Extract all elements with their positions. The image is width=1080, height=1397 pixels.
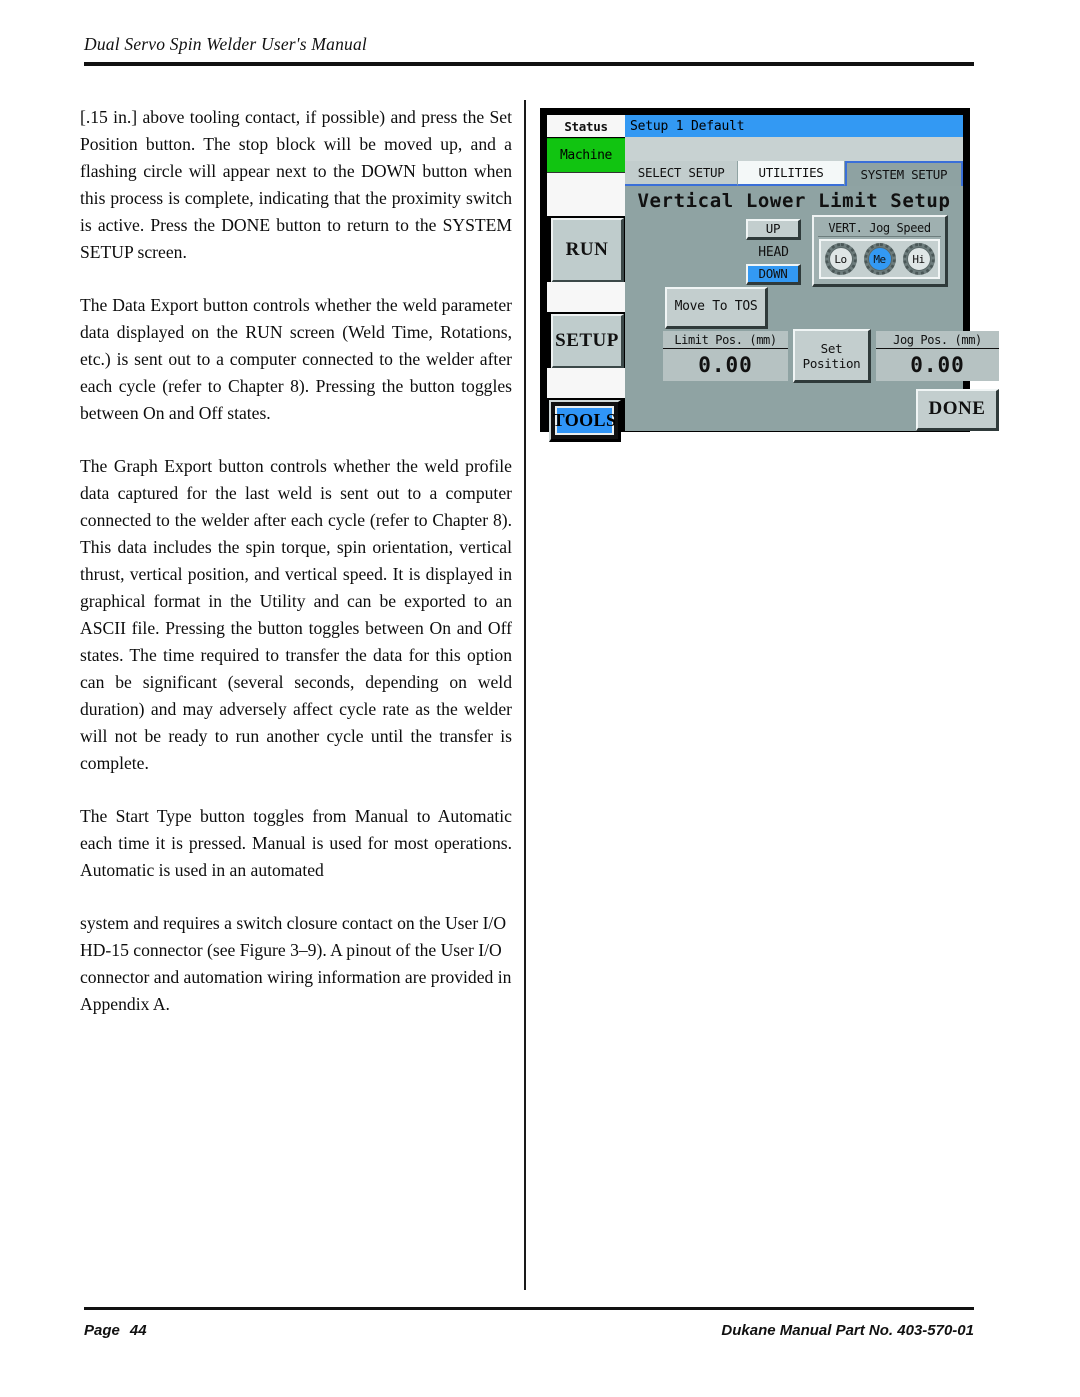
hmi-titlebar: Setup 1 Default <box>625 115 963 137</box>
hmi-screen-title: Vertical Lower Limit Setup <box>625 188 963 214</box>
paragraph-text: [.15 in.] above tooling contact, if poss… <box>80 107 512 262</box>
hmi-subbar <box>625 137 963 161</box>
hmi-main-panel: Setup 1 Default SELECT SETUP UTILITIES S… <box>625 115 999 431</box>
machine-label: Machine <box>560 148 612 163</box>
vert-jog-speed-options: Lo Me Hi <box>819 239 940 279</box>
paragraph-graph-export: The Graph Export button controls whether… <box>80 453 512 777</box>
hmi-bottom-bar <box>625 387 963 431</box>
done-button[interactable]: DONE <box>916 389 999 431</box>
tab-utilities[interactable]: UTILITIES <box>738 161 845 186</box>
jog-position-value: 0.00 <box>910 352 965 377</box>
limit-position-value: 0.00 <box>698 352 753 377</box>
hmi-left-rail: Status Machine RUN SETUP TOOLS <box>547 115 625 442</box>
vert-jog-speed-title: VERT. Jog Speed <box>818 220 941 237</box>
rail-button-run[interactable]: RUN <box>551 218 624 283</box>
paragraph-set-position: [.15 in.] above tooling contact, if poss… <box>80 104 512 266</box>
document-page: Dual Servo Spin Welder User's Manual [.1… <box>0 0 1080 1397</box>
status-label: Status <box>564 118 608 134</box>
paragraph-text: system and requires a switch closure con… <box>80 913 512 1014</box>
body-text-column: [.15 in.] above tooling contact, if poss… <box>80 104 512 1044</box>
column-divider <box>524 100 526 1290</box>
footer-page-label: Page <box>84 1322 120 1339</box>
paragraph-text: The Start Type button toggles from Manua… <box>80 806 512 880</box>
hmi-screenshot: Status Machine RUN SETUP TOOLS Setup 1 D… <box>540 108 999 442</box>
limit-position-label: Limit Pos. (mm) <box>663 331 788 349</box>
jog-speed-me-knob[interactable]: Me <box>863 243 896 275</box>
set-position-label-line2: Position <box>802 355 861 371</box>
footer-part-number: Dukane Manual Part No. 403-570-01 <box>721 1322 974 1339</box>
jog-position-label: Jog Pos. (mm) <box>876 331 999 349</box>
set-position-label-line1: Set <box>820 340 843 356</box>
rail-spacer-top <box>547 173 625 216</box>
move-to-tos-button[interactable]: Move To TOS <box>665 287 768 329</box>
paragraph-text: The Graph Export button controls whether… <box>80 456 512 773</box>
machine-status-badge: Machine <box>547 138 625 174</box>
tab-select-setup[interactable]: SELECT SETUP <box>625 161 739 186</box>
rail-button-tools[interactable]: TOOLS <box>553 406 616 435</box>
limit-position-field: Limit Pos. (mm) 0.00 <box>663 331 788 381</box>
figure-container: Status Machine RUN SETUP TOOLS Setup 1 D… <box>540 108 999 442</box>
paragraph-start-type: The Start Type button toggles from Manua… <box>80 803 512 884</box>
hmi-tab-bar: SELECT SETUP UTILITIES SYSTEM SETUP <box>625 161 963 186</box>
rail-spacer-bottom <box>547 368 625 398</box>
rail-spacer-mid <box>547 282 625 312</box>
footer-rule <box>84 1307 974 1310</box>
jog-position-field: Jog Pos. (mm) 0.00 <box>876 331 999 381</box>
footer-page: Page 44 <box>84 1322 147 1339</box>
paragraph-user-io: system and requires a switch closure con… <box>80 910 512 1018</box>
set-position-button[interactable]: Set Position <box>793 329 871 383</box>
rail-button-tools-frame[interactable]: TOOLS <box>549 400 621 442</box>
jog-speed-hi-label: Hi <box>906 247 931 271</box>
head-label: HEAD <box>758 244 789 260</box>
running-head: Dual Servo Spin Welder User's Manual <box>84 34 367 54</box>
jog-speed-lo-label: Lo <box>828 247 853 271</box>
paragraph-data-export: The Data Export button controls whether … <box>80 292 512 427</box>
head-down-button[interactable]: DOWN <box>746 264 801 285</box>
header-rule <box>84 62 974 66</box>
hmi-screen-area: Status Machine RUN SETUP TOOLS Setup 1 D… <box>547 115 999 442</box>
setup-name-label: Setup 1 Default <box>630 118 745 134</box>
tab-system-setup[interactable]: SYSTEM SETUP <box>844 161 963 186</box>
paragraph-text: The Data Export button controls whether … <box>80 295 512 423</box>
status-indicator: Status <box>547 115 625 137</box>
vert-jog-speed-group: VERT. Jog Speed Lo Me Hi <box>812 215 948 287</box>
footer-page-number: 44 <box>129 1322 147 1339</box>
jog-speed-lo-knob[interactable]: Lo <box>824 243 857 275</box>
jog-speed-hi-knob[interactable]: Hi <box>902 243 935 275</box>
rail-button-setup[interactable]: SETUP <box>551 314 624 369</box>
jog-speed-me-label: Me <box>867 247 892 271</box>
set-position-label: Set Position <box>803 341 861 371</box>
head-up-button[interactable]: UP <box>746 219 801 240</box>
